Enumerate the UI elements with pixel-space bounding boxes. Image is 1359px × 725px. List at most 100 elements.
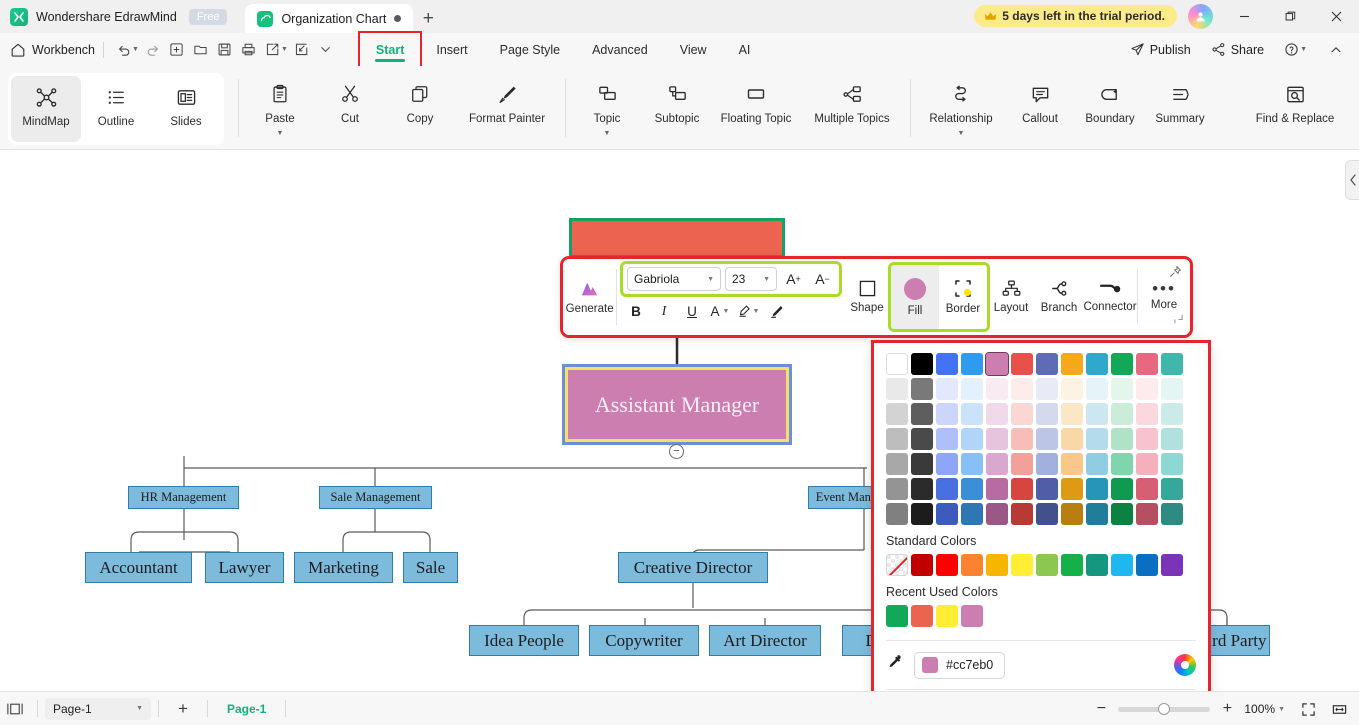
theme-color-swatch[interactable]	[1086, 478, 1108, 500]
theme-color-swatch[interactable]	[911, 478, 933, 500]
theme-color-swatch[interactable]	[1161, 378, 1183, 400]
ribbon-paste-button[interactable]: Paste ▼	[245, 73, 315, 139]
theme-color-swatch[interactable]	[936, 353, 958, 375]
publish-button[interactable]: Publish	[1122, 42, 1199, 57]
chevron-down-icon[interactable]: ▼	[277, 130, 284, 137]
theme-color-swatch[interactable]	[986, 503, 1008, 525]
theme-color-swatch[interactable]	[1011, 503, 1033, 525]
tab-advanced[interactable]: Advanced	[576, 33, 664, 66]
chevron-down-icon[interactable]: ▼	[763, 276, 770, 283]
theme-color-swatch[interactable]	[1011, 428, 1033, 450]
theme-color-swatch[interactable]	[1161, 453, 1183, 475]
theme-color-swatch[interactable]	[936, 453, 958, 475]
connector-button[interactable]: Connector	[1083, 259, 1137, 335]
node-hr-management[interactable]: HR Management	[128, 486, 239, 509]
theme-color-swatch[interactable]	[1111, 453, 1133, 475]
ribbon-multiple-topics-button[interactable]: Multiple Topics	[800, 73, 904, 139]
import-icon[interactable]	[290, 38, 314, 62]
theme-color-swatch[interactable]	[1011, 403, 1033, 425]
theme-color-swatch[interactable]	[961, 478, 983, 500]
document-tab[interactable]: Organization Chart	[245, 4, 414, 33]
theme-color-swatch[interactable]	[911, 503, 933, 525]
theme-color-swatch[interactable]	[1036, 403, 1058, 425]
node-creative-director[interactable]: Creative Director	[618, 552, 768, 583]
ribbon-copy-button[interactable]: Copy	[385, 73, 455, 139]
standard-color-swatch[interactable]	[1011, 554, 1033, 576]
theme-color-swatch[interactable]	[1111, 378, 1133, 400]
clear-format-button[interactable]	[763, 299, 789, 323]
theme-color-swatch[interactable]	[1011, 378, 1033, 400]
node-sale-management[interactable]: Sale Management	[319, 486, 432, 509]
theme-color-swatch[interactable]	[1136, 478, 1158, 500]
ribbon-relationship-button[interactable]: Relationship ▼	[917, 73, 1005, 139]
generate-button[interactable]: Generate	[563, 259, 616, 335]
theme-color-swatch[interactable]	[886, 353, 908, 375]
standard-color-swatch[interactable]	[1111, 554, 1133, 576]
branch-button[interactable]: Branch	[1035, 259, 1083, 335]
decrease-font-size-button[interactable]: A −	[810, 267, 835, 291]
theme-color-swatch[interactable]	[961, 428, 983, 450]
color-wheel-icon[interactable]	[1174, 654, 1196, 676]
node-marketing[interactable]: Marketing	[294, 552, 393, 583]
node-lawyer[interactable]: Lawyer	[205, 552, 284, 583]
theme-color-swatch[interactable]	[1111, 428, 1133, 450]
theme-color-swatch[interactable]	[1061, 378, 1083, 400]
node-copywriter[interactable]: Copywriter	[589, 625, 699, 656]
theme-color-swatch[interactable]	[1061, 403, 1083, 425]
theme-color-swatch[interactable]	[936, 403, 958, 425]
theme-color-swatch[interactable]	[936, 428, 958, 450]
highlight-button[interactable]: ▼	[735, 299, 761, 323]
close-button[interactable]	[1313, 0, 1359, 32]
recent-color-swatch[interactable]	[886, 605, 908, 627]
standard-color-swatch[interactable]	[1161, 554, 1183, 576]
border-button[interactable]: Border	[939, 265, 987, 329]
tab-page-style[interactable]: Page Style	[484, 33, 576, 66]
theme-color-swatch[interactable]	[936, 478, 958, 500]
tab-insert[interactable]: Insert	[420, 33, 483, 66]
theme-color-swatch[interactable]	[961, 503, 983, 525]
layout-button[interactable]: Layout	[987, 259, 1035, 335]
chevron-down-icon[interactable]: ▼	[723, 308, 730, 315]
theme-color-swatch[interactable]	[1111, 353, 1133, 375]
ribbon-summary-button[interactable]: Summary	[1145, 73, 1215, 139]
theme-color-swatch[interactable]	[1086, 503, 1108, 525]
theme-color-swatch[interactable]	[1061, 503, 1083, 525]
theme-color-swatch[interactable]	[1061, 478, 1083, 500]
theme-color-swatch[interactable]	[1136, 453, 1158, 475]
chevron-down-icon[interactable]: ▼	[136, 705, 143, 712]
ribbon-format-painter-button[interactable]: Format Painter	[455, 73, 559, 139]
chevron-down-icon[interactable]: ▼	[1278, 706, 1285, 713]
theme-color-swatch[interactable]	[985, 352, 1009, 376]
theme-color-swatch[interactable]	[886, 428, 908, 450]
theme-color-swatch[interactable]	[911, 378, 933, 400]
zoom-in-button[interactable]: +	[1213, 695, 1241, 723]
pin-toolbar-button[interactable]	[1169, 265, 1182, 281]
theme-color-swatch[interactable]	[1036, 453, 1058, 475]
chevron-down-icon[interactable]: ▼	[958, 130, 965, 137]
zoom-slider[interactable]	[1118, 702, 1211, 715]
current-page-chip[interactable]: Page-1	[215, 702, 278, 716]
node-sale[interactable]: Sale	[403, 552, 458, 583]
redo-icon[interactable]	[141, 38, 165, 62]
collapse-ribbon-button[interactable]	[1321, 43, 1351, 57]
theme-color-swatch[interactable]	[1136, 378, 1158, 400]
theme-color-swatch[interactable]	[1086, 378, 1108, 400]
theme-color-swatch[interactable]	[1061, 428, 1083, 450]
theme-color-swatch[interactable]	[986, 453, 1008, 475]
theme-color-swatch[interactable]	[1161, 403, 1183, 425]
help-button[interactable]: ▼	[1276, 42, 1317, 57]
recent-color-swatch[interactable]	[961, 605, 983, 627]
theme-color-swatch[interactable]	[911, 353, 933, 375]
theme-color-swatch[interactable]	[911, 428, 933, 450]
standard-color-swatch[interactable]	[1086, 554, 1108, 576]
theme-color-swatch[interactable]	[1136, 353, 1158, 375]
undo-caret-icon[interactable]: ▼	[132, 46, 139, 53]
ribbon-find-replace-button[interactable]: Find & Replace	[1243, 73, 1347, 139]
ribbon-slides-button[interactable]: Slides	[151, 76, 221, 142]
help-caret-icon[interactable]: ▼	[1300, 46, 1307, 53]
avatar[interactable]	[1188, 4, 1213, 29]
theme-color-swatch[interactable]	[986, 403, 1008, 425]
node-root[interactable]	[569, 218, 785, 258]
theme-color-swatch[interactable]	[1036, 428, 1058, 450]
theme-color-swatch[interactable]	[1086, 403, 1108, 425]
